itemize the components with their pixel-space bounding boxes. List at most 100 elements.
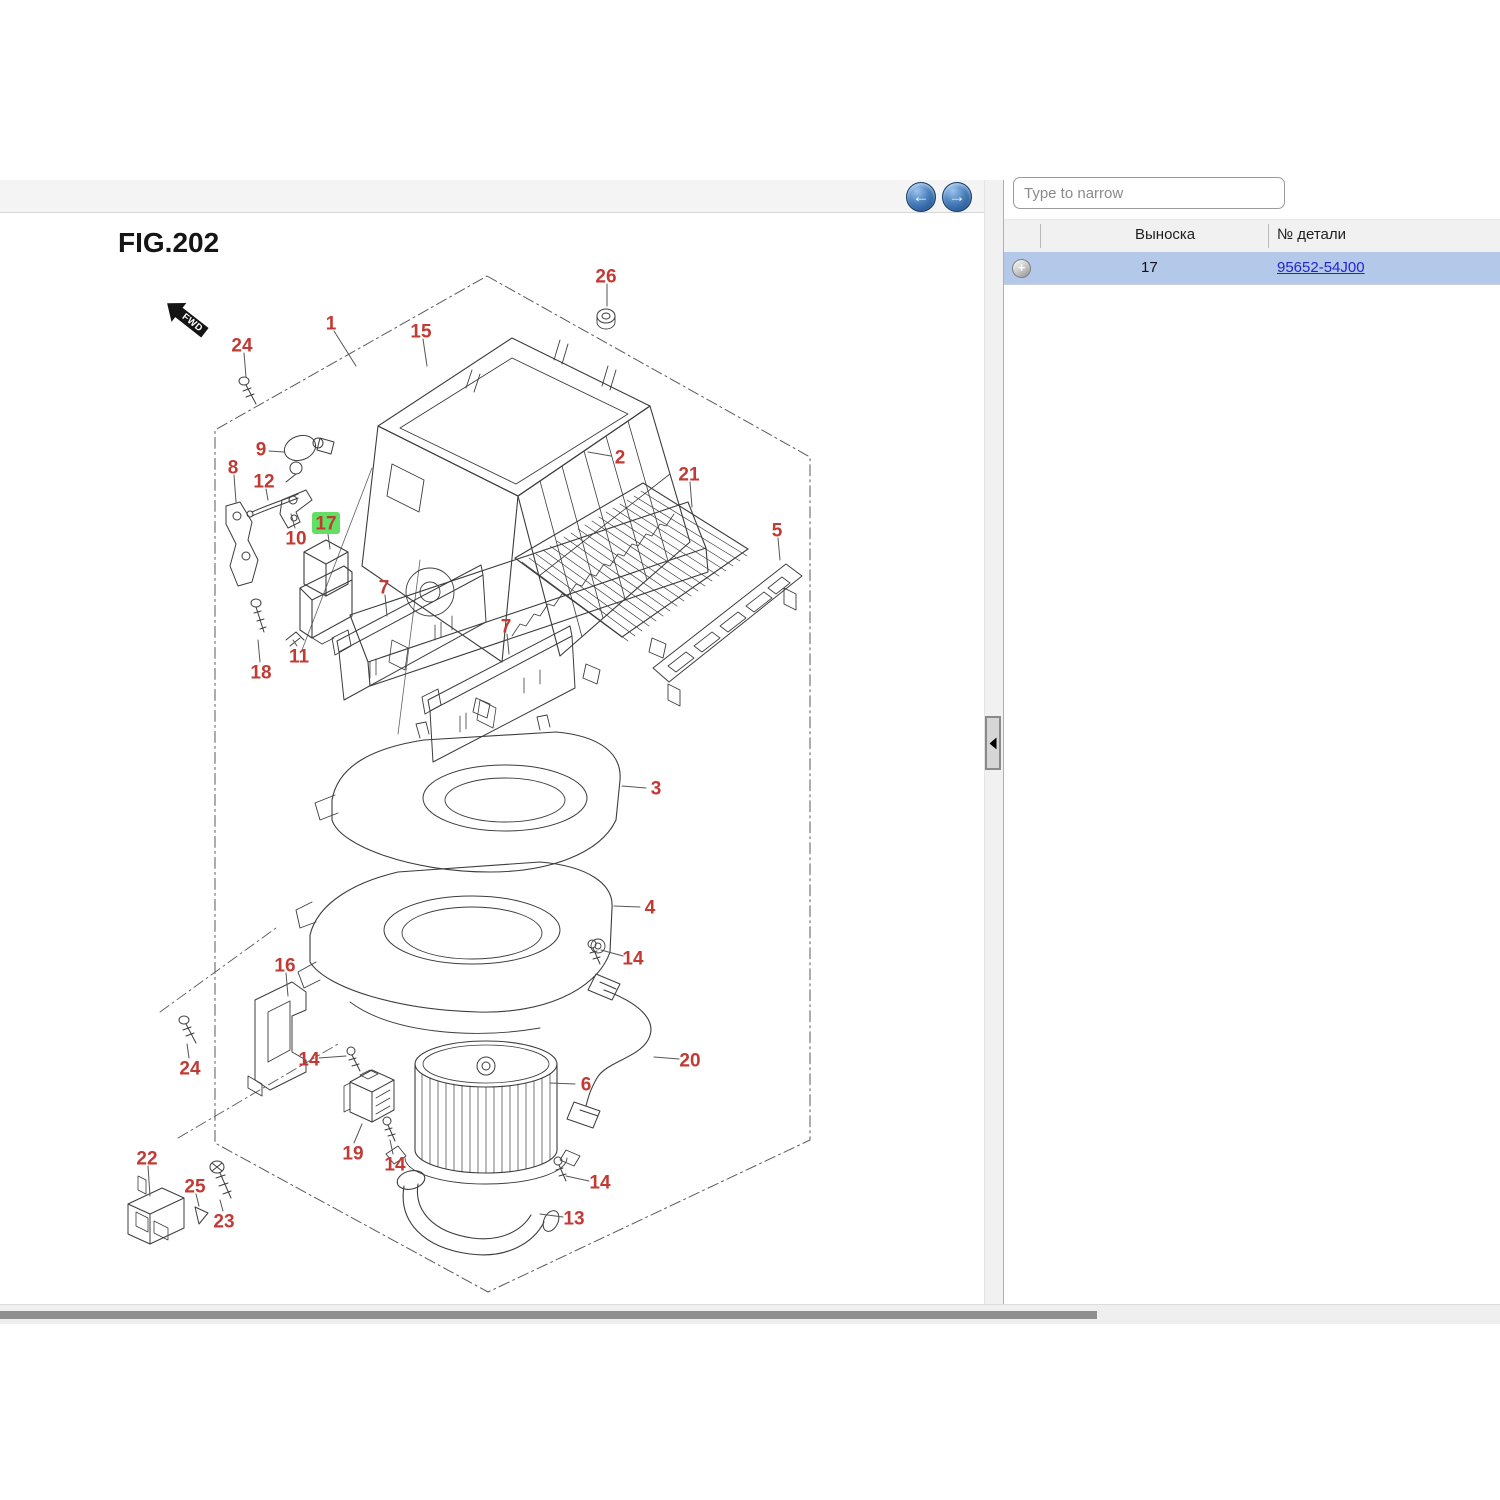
svg-text:10: 10 (285, 529, 306, 550)
svg-text:5: 5 (772, 521, 783, 542)
callout-15[interactable]: 15 (410, 322, 432, 367)
part-resistor-17 (300, 540, 352, 644)
svg-text:26: 26 (595, 267, 616, 288)
svg-text:17: 17 (315, 514, 336, 535)
callout-25[interactable]: 25 (184, 1177, 206, 1207)
svg-text:24: 24 (179, 1059, 201, 1080)
svg-text:16: 16 (274, 956, 295, 977)
callout-16[interactable]: 16 (274, 956, 295, 997)
horizontal-scrollbar[interactable] (0, 1304, 1500, 1324)
callout-19[interactable]: 19 (342, 1124, 363, 1165)
callout-7[interactable]: 7 (501, 617, 512, 655)
fwd-arrow-icon: FWD (160, 294, 213, 342)
callout-23[interactable]: 23 (213, 1200, 234, 1233)
svg-text:18: 18 (250, 663, 271, 684)
callout-6[interactable]: 6 (550, 1075, 591, 1096)
header-callout: Выноска (1135, 226, 1195, 243)
svg-text:20: 20 (679, 1051, 700, 1072)
svg-text:6: 6 (581, 1075, 592, 1096)
svg-text:3: 3 (651, 779, 662, 800)
svg-text:9: 9 (256, 440, 267, 461)
callout-layer: 1 15 26 24 98 12 2 21 17 10 5 7 7 11 18 3 4 14 16 24 14 20 6 19… (136, 267, 782, 1233)
svg-text:23: 23 (213, 1212, 234, 1233)
callout-8[interactable]: 8 (228, 458, 239, 503)
callout-3[interactable]: 3 (622, 779, 661, 800)
row-callout-value: 17 (1141, 259, 1158, 276)
svg-text:14: 14 (384, 1155, 406, 1176)
table-row[interactable]: + 17 95652-54J00 (1004, 252, 1500, 285)
table-header: Выноска № детали (1004, 219, 1500, 253)
svg-text:7: 7 (501, 617, 512, 638)
svg-text:12: 12 (253, 472, 274, 493)
part-screw-23 (210, 1161, 231, 1198)
svg-text:21: 21 (678, 465, 700, 486)
part-seal-7b (422, 626, 575, 762)
part-seal-7a (332, 565, 486, 700)
callout-4[interactable]: 4 (614, 898, 656, 919)
svg-text:8: 8 (228, 458, 239, 479)
svg-text:13: 13 (563, 1209, 584, 1230)
forward-arrow-icon[interactable]: → (942, 182, 972, 212)
part-connector-22 (128, 1176, 184, 1244)
callout-14[interactable]: 14 (298, 1050, 346, 1071)
svg-text:1: 1 (326, 314, 337, 335)
svg-text:14: 14 (622, 949, 644, 970)
callout-21[interactable]: 21 (678, 465, 700, 508)
column-divider (1268, 224, 1269, 248)
callout-2[interactable]: 2 (588, 448, 625, 469)
part-clip-25 (195, 1207, 208, 1224)
alignment-lines (302, 468, 420, 734)
part-servo-linkage (226, 431, 334, 586)
callout-12[interactable]: 12 (253, 472, 274, 501)
part-hose-13 (395, 1168, 562, 1255)
callout-24[interactable]: 24 (179, 1044, 201, 1080)
callout-18[interactable]: 18 (250, 640, 271, 684)
svg-text:15: 15 (410, 322, 432, 343)
assembly-boundary (215, 276, 810, 1292)
part-blower-wheel-6 (386, 1041, 580, 1184)
callout-14[interactable]: 14 (384, 1140, 406, 1176)
part-heater-case (350, 338, 708, 718)
callout-24[interactable]: 24 (231, 336, 253, 378)
svg-text:4: 4 (645, 898, 656, 919)
callout-9[interactable]: 9 (256, 440, 284, 461)
exploded-parts-diagram: FWD (0, 213, 984, 1304)
part-wire-harness-20 (567, 974, 651, 1128)
header-part-number: № детали (1277, 226, 1346, 243)
horizontal-scrollbar-thumb[interactable] (0, 1311, 1097, 1319)
figure-title: FIG.202 (118, 227, 219, 259)
svg-text:24: 24 (231, 336, 253, 357)
callout-20[interactable]: 20 (654, 1051, 701, 1072)
collapse-triangle-icon: ◀ (990, 735, 997, 750)
back-arrow-icon[interactable]: ← (906, 182, 936, 212)
part-blower-housing-4 (296, 862, 612, 1033)
part-resistor-19 (344, 1070, 394, 1122)
svg-text:25: 25 (184, 1177, 206, 1198)
interior-chain-lines (160, 928, 338, 1138)
pane-splitter[interactable]: ◀ (984, 180, 1004, 1304)
svg-text:2: 2 (615, 448, 626, 469)
callout-14[interactable]: 14 (566, 1173, 611, 1194)
part-list-pane: Выноска № детали + 17 95652-54J00 (1004, 160, 1500, 1304)
callout-10[interactable]: 10 (285, 514, 306, 550)
part-intake-case-3 (315, 715, 620, 872)
diagram-pane: FIG.202 FWD (0, 213, 984, 1304)
part-number-link[interactable]: 95652-54J00 (1277, 259, 1365, 276)
part-bracket-16 (248, 982, 306, 1096)
expand-row-icon[interactable]: + (1012, 259, 1031, 278)
callout-1[interactable]: 1 (326, 314, 356, 367)
callout-7[interactable]: 7 (379, 578, 390, 617)
svg-text:22: 22 (136, 1149, 157, 1170)
callout-5[interactable]: 5 (772, 521, 783, 561)
search-input[interactable] (1013, 177, 1285, 209)
callout-22[interactable]: 22 (136, 1149, 157, 1197)
diagram-toolbar: ← → (0, 180, 984, 213)
svg-text:19: 19 (342, 1144, 363, 1165)
part-nut-26 (597, 309, 615, 329)
collapse-handle[interactable]: ◀ (985, 716, 1001, 770)
callout-26[interactable]: 26 (595, 267, 616, 307)
callout-17[interactable]: 17 (312, 512, 340, 549)
callout-13[interactable]: 13 (540, 1209, 585, 1230)
parts-catalog-window: ← → FIG.202 FWD (0, 0, 1500, 1500)
svg-text:11: 11 (289, 647, 310, 668)
